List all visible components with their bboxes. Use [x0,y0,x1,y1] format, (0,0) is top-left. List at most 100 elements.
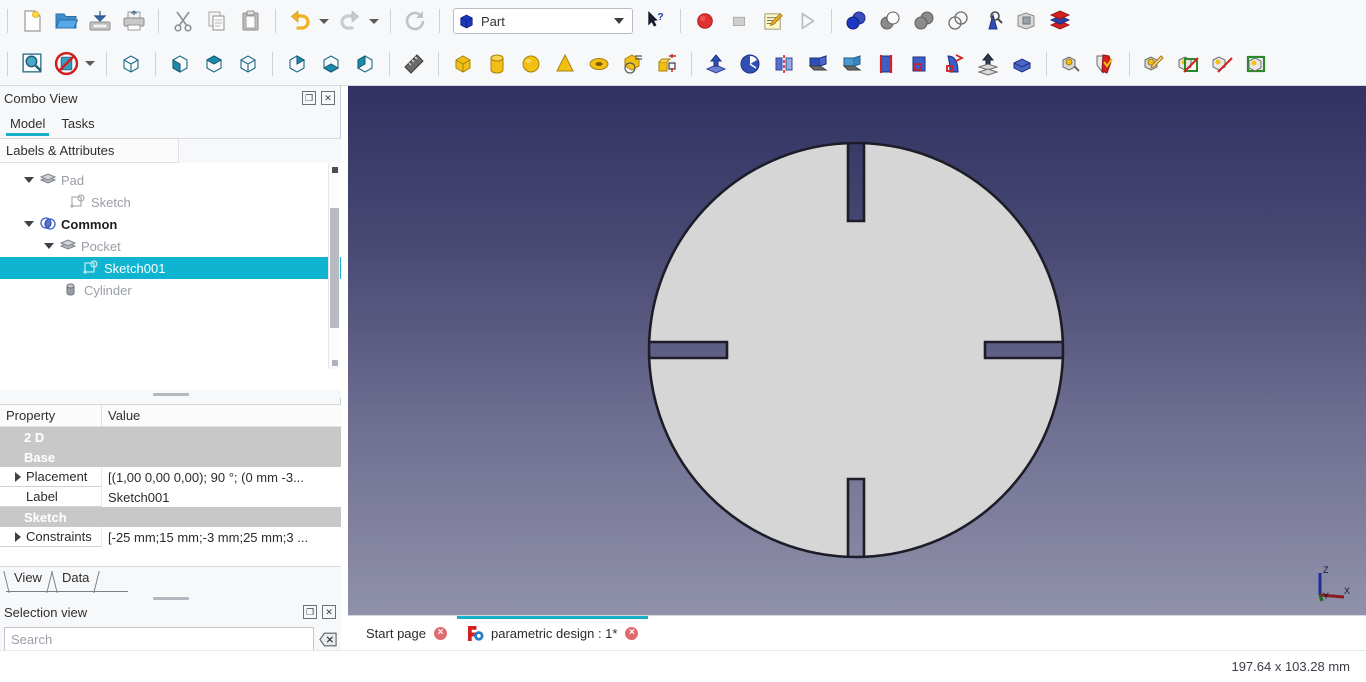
scroll-down-marker[interactable] [332,360,338,366]
extrude-icon[interactable] [701,49,731,79]
undo-icon[interactable] [285,6,315,36]
thickness-icon[interactable] [1007,49,1037,79]
new-document-icon[interactable] [17,6,47,36]
whats-this-icon[interactable]: ? [641,6,671,36]
chamfer-icon[interactable] [837,49,867,79]
open-document-icon[interactable] [51,6,81,36]
doc-tab-start-page[interactable]: Start page × [356,616,457,651]
edit-view-icon[interactable] [1139,49,1169,79]
right-view-icon[interactable] [233,49,263,79]
cylinder-primitive-icon[interactable] [482,49,512,79]
fit-all-icon[interactable] [17,49,47,79]
macro-stop-icon[interactable] [724,6,754,36]
sweep-icon[interactable] [939,49,969,79]
draw-style-dropdown-arrow[interactable] [83,49,97,79]
mirror-icon[interactable] [769,49,799,79]
create-primitives-icon[interactable] [618,49,648,79]
close-icon[interactable]: × [434,627,447,640]
model-tree: Labels & Attributes Pad [0,138,341,398]
left-view-icon[interactable] [350,49,380,79]
close-panel-button[interactable]: ✕ [321,91,335,105]
macro-execute-icon[interactable] [792,6,822,36]
tab-view[interactable]: View [4,567,52,593]
box-primitive-icon[interactable] [448,49,478,79]
3d-viewport[interactable]: Z X Y [348,86,1366,615]
ruled-surface-icon[interactable] [871,49,901,79]
close-icon[interactable]: × [625,627,638,640]
union-icon[interactable] [909,6,939,36]
tab-tasks[interactable]: Tasks [57,114,106,136]
undo-dropdown-arrow[interactable] [317,6,331,36]
clear-search-icon[interactable] [319,630,337,648]
float-panel-button[interactable]: ❐ [302,91,316,105]
macro-record-icon[interactable] [690,6,720,36]
rear-view-icon[interactable] [282,49,312,79]
tab-model[interactable]: Model [6,114,57,136]
scene-inspector-icon[interactable] [1241,49,1271,79]
cut-boolean-icon[interactable] [875,6,905,36]
scroll-up-marker[interactable] [332,167,338,173]
chevron-down-icon[interactable] [44,243,54,249]
fillet-icon[interactable] [803,49,833,79]
tab-data[interactable]: Data [52,567,99,593]
toolbar-separator [390,9,391,33]
common-icon[interactable] [943,6,973,36]
offset-icon[interactable] [973,49,1003,79]
close-panel-button[interactable]: ✕ [322,605,336,619]
macro-edit-icon[interactable] [758,6,788,36]
copy-icon[interactable] [202,6,232,36]
search-input[interactable]: Search [4,627,314,651]
tree-scrollbar[interactable] [328,164,340,369]
paste-icon[interactable] [236,6,266,36]
tree-item-common[interactable]: Common [0,213,341,235]
top-view-icon[interactable] [199,49,229,79]
redo-dropdown-arrow[interactable] [367,6,381,36]
workbench-selector[interactable]: Part [453,8,633,34]
chevron-down-icon[interactable] [24,177,34,183]
property-row-placement[interactable]: Placement [(1,00 0,00 0,00); 90 °; (0 mm… [0,467,341,487]
boolean-icon[interactable] [841,6,871,36]
property-row-constraints[interactable]: Constraints [-25 mm;15 mm;-3 mm;25 mm;3 … [0,527,341,547]
tree-item-pocket[interactable]: Pocket [0,235,341,257]
tree-property-splitter[interactable] [0,390,341,398]
cone-primitive-icon[interactable] [550,49,580,79]
property-value-cell[interactable]: Sketch001 [102,487,341,507]
print-document-icon[interactable] [119,6,149,36]
axonometric-view-icon[interactable] [116,49,146,79]
loft-icon[interactable] [905,49,935,79]
save-document-icon[interactable] [85,6,115,36]
chevron-down-icon[interactable] [24,221,34,227]
shape-builder-icon[interactable] [652,49,682,79]
refresh-icon[interactable] [400,6,430,36]
measure-icon[interactable] [399,49,429,79]
sphere-primitive-icon[interactable] [516,49,546,79]
tree-item-sketch[interactable]: Sketch [0,191,341,213]
chevron-right-icon[interactable] [15,532,21,542]
doc-tab-parametric-design[interactable]: parametric design : 1* × [457,616,648,651]
property-row-label[interactable]: Label Sketch001 [0,487,341,507]
front-view-icon[interactable] [165,49,195,79]
selection-view-title-bar: Selection view ❐ ✕ [0,600,341,624]
toolbar-separator [275,9,276,33]
property-value-cell[interactable]: [-25 mm;15 mm;-3 mm;25 mm;3 ... [102,527,341,547]
section-icon[interactable] [1011,6,1041,36]
chevron-right-icon[interactable] [15,472,21,482]
bottom-view-icon[interactable] [316,49,346,79]
bound-box-icon[interactable] [1090,49,1120,79]
draw-style-icon[interactable] [51,49,81,79]
float-panel-button[interactable]: ❐ [303,605,317,619]
cut-icon[interactable] [168,6,198,36]
tree-item-sketch001[interactable]: Sketch001 [0,257,341,279]
scrollbar-thumb[interactable] [330,208,339,328]
torus-primitive-icon[interactable] [584,49,614,79]
check-geometry-icon[interactable] [977,6,1007,36]
redo-icon[interactable] [335,6,365,36]
property-value-cell[interactable]: [(1,00 0,00 0,00); 90 °; (0 mm -3... [102,467,341,487]
clip-plane-icon[interactable] [1173,49,1203,79]
persistent-section-icon[interactable] [1207,49,1237,79]
compound-icon[interactable] [1045,6,1075,36]
tree-item-pad[interactable]: Pad [0,169,341,191]
revolve-icon[interactable] [735,49,765,79]
tree-item-cylinder[interactable]: Cylinder [0,279,341,301]
std-view-icon[interactable] [1056,49,1086,79]
